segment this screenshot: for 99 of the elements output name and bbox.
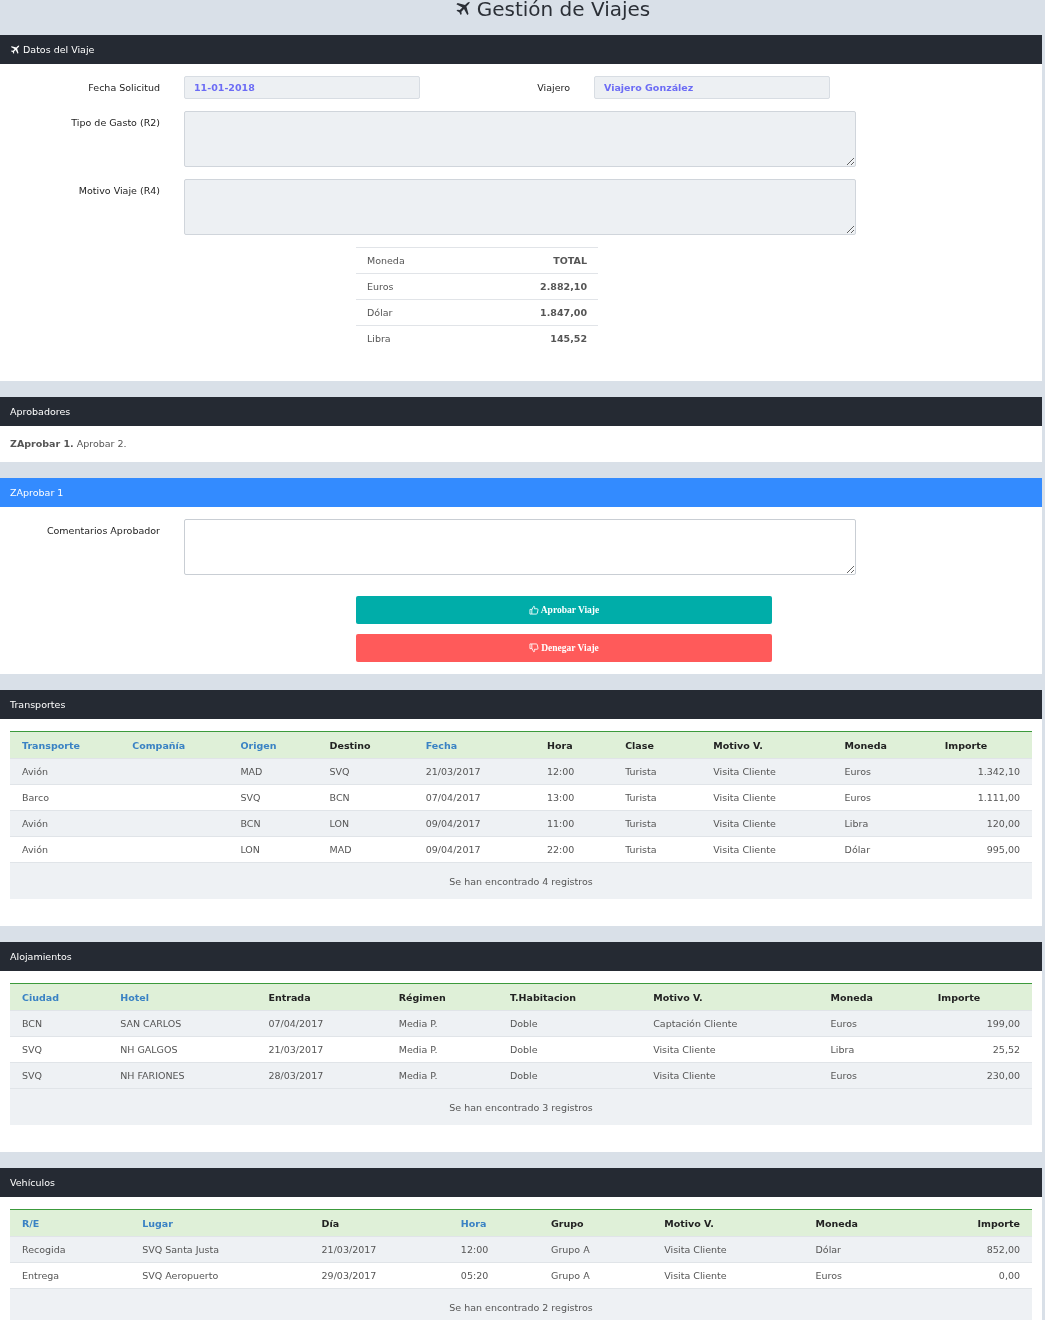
table-cell: Libra [832,810,933,837]
table-cell: 199,00 [925,1010,1032,1037]
column-header: Motivo V. [652,1209,804,1237]
field-label: Fecha Solicitud [87,81,160,93]
thumbs-up-icon [528,605,539,615]
record-count: Se han encontrado 3 registros [10,1088,1032,1125]
table-cell: Visita Cliente [701,758,833,785]
table-cell: 1.342,10 [932,758,1032,785]
column-header: Motivo V. [701,731,833,759]
table-cell: Media P. [386,1062,498,1089]
approvers-text: ZAprobar 1. Aprobar 2. [10,438,127,449]
table-cell: LON [317,810,414,837]
airplane-icon [10,44,20,55]
comment-field[interactable] [184,519,856,575]
column-header: Día [309,1209,449,1237]
field-label: Motivo Viaje (R4) [77,184,160,196]
table-cell: 12:00 [448,1236,539,1263]
table-cell: NH FARIONES [108,1062,257,1089]
table-cell: Dólar [803,1236,932,1263]
table-cell: 12:00 [535,758,614,785]
column-header[interactable]: Hotel [108,983,257,1011]
table-cell: Captación Cliente [641,1010,819,1037]
table-cell: Doble [497,1062,642,1089]
table-cell: Avión [10,810,121,837]
table-cell: Visita Cliente [701,810,833,837]
table-cell: Euros [818,1062,926,1089]
table-cell: Doble [497,1010,642,1037]
column-header: Moneda [356,247,469,274]
column-header: Clase [613,731,702,759]
column-header[interactable]: Compañía [120,731,229,759]
field-label: Tipo de Gasto (R2) [70,116,160,128]
table-cell: 230,00 [925,1062,1032,1089]
table-cell: Euros [832,758,933,785]
column-header: Grupo [539,1209,653,1237]
table-cell: 28/03/2017 [256,1062,387,1089]
panel-title: Vehículos [10,1177,55,1188]
column-header: Moneda [803,1209,932,1237]
column-header[interactable]: Lugar [130,1209,310,1237]
column-header: Importe [932,731,1032,759]
deny-button[interactable]: Denegar Viaje [356,634,772,662]
table-cell: 2.882,10 [468,273,598,300]
page-title: Gestión de Viajes [476,0,651,23]
column-header[interactable]: Fecha [413,731,535,759]
record-count: Se han encontrado 4 registros [10,862,1032,899]
table-cell: SVQ [317,758,414,785]
column-header: Entrada [256,983,387,1011]
column-header: Importe [931,1209,1032,1237]
column-header[interactable]: Hora [448,1209,539,1237]
column-header[interactable]: Origen [228,731,318,759]
column-header: Hora [535,731,614,759]
table-cell: 07/04/2017 [256,1010,387,1037]
table-cell: 852,00 [931,1236,1032,1263]
table-cell: SVQ [10,1062,109,1089]
field-label: Viajero [536,81,570,93]
table-cell: BCN [228,810,318,837]
panel-title: Datos del Viaje [23,44,95,55]
table-cell: 120,00 [932,810,1032,837]
table-cell: Visita Cliente [641,1062,819,1089]
column-header[interactable]: R/E [10,1209,131,1237]
table-cell: Dólar [356,299,469,326]
table-cell: Euros [818,1010,926,1037]
table-cell: Recogida [10,1236,131,1263]
table-cell: 145,52 [468,325,598,351]
table-cell: Grupo A [539,1236,653,1263]
table-cell: Euros [356,273,469,300]
table-cell: 1.847,00 [468,299,598,326]
column-header: Motivo V. [641,983,819,1011]
table-cell: Libra [356,325,469,351]
column-header: Importe [925,983,1032,1011]
table-cell: Turista [613,810,702,837]
panel-title: Aprobadores [10,406,71,417]
panel-title: Transportes [10,699,66,710]
panel-title: Alojamientos [10,951,72,962]
table-cell: 11:00 [535,810,614,837]
table-cell: Turista [613,758,702,785]
table-cell: Avión [10,758,121,785]
table-cell: MAD [228,758,318,785]
airplane-icon [454,1,471,17]
field-label: Comentarios Aprobador [45,524,160,536]
table-cell: 09/04/2017 [413,810,535,837]
table-cell: 21/03/2017 [413,758,535,785]
table-cell: SVQ Santa Justa [130,1236,310,1263]
column-header: Destino [317,731,414,759]
table-cell: 21/03/2017 [309,1236,449,1263]
approve-button[interactable]: Aprobar Viaje [356,596,772,624]
table-cell: SAN CARLOS [108,1010,257,1037]
column-header: Moneda [832,731,933,759]
column-header: Moneda [818,983,926,1011]
column-header: Régimen [386,983,498,1011]
record-count: Se han encontrado 2 registros [10,1288,1032,1320]
column-header[interactable]: Ciudad [10,983,109,1011]
table-cell: BCN [10,1010,109,1037]
table-cell: Media P. [386,1010,498,1037]
column-header: TOTAL [468,247,598,274]
column-header: T.Habitacion [497,983,642,1011]
panel-title: ZAprobar 1 [10,487,64,498]
column-header[interactable]: Transporte [10,731,121,759]
table-cell: Visita Cliente [652,1236,804,1263]
thumbs-down-icon [529,643,540,653]
